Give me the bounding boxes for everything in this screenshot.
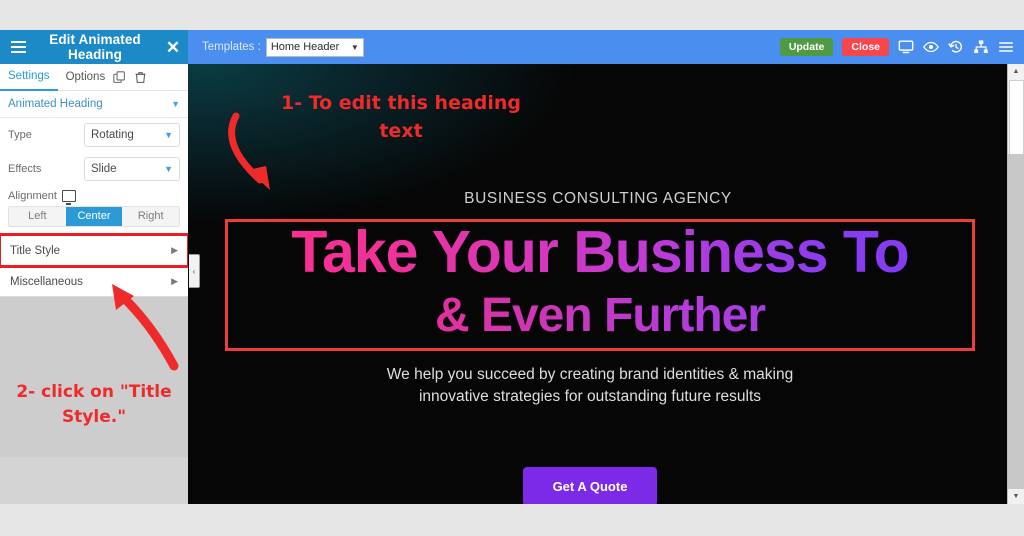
preview-eye-icon[interactable]	[923, 39, 939, 55]
type-dropdown-value: Rotating	[91, 129, 134, 141]
type-dropdown[interactable]: Rotating ▼	[84, 123, 180, 147]
alignment-label-row: Alignment	[8, 190, 180, 205]
field-effects-label: Effects	[8, 163, 42, 175]
monitor-icon[interactable]	[61, 190, 76, 205]
chevron-down-icon: ▼	[164, 164, 173, 174]
section-miscellaneous[interactable]: Miscellaneous ▶	[0, 266, 188, 297]
scroll-down-arrow-icon[interactable]: ▼	[1008, 489, 1024, 504]
chevron-down-icon: ▼	[350, 42, 359, 52]
templates-label: Templates :	[202, 41, 261, 53]
widget-selector-label: Animated Heading	[8, 98, 103, 110]
editor-sidebar: Edit Animated Heading ✕ Settings Options	[0, 30, 188, 504]
history-icon[interactable]	[948, 39, 964, 55]
alignment-label: Alignment	[8, 190, 57, 202]
effects-dropdown-value: Slide	[91, 163, 117, 175]
update-button[interactable]: Update	[779, 37, 834, 57]
sidebar-collapse-handle[interactable]: ‹	[189, 254, 200, 288]
effects-dropdown[interactable]: Slide ▼	[84, 157, 180, 181]
align-left-button[interactable]: Left	[9, 207, 66, 226]
field-effects: Effects Slide ▼	[0, 152, 188, 186]
scrollbar-track[interactable]	[1008, 154, 1024, 489]
page-canvas: BUSINESS CONSULTING AGENCY Take Your Bus…	[188, 64, 1008, 504]
duplicate-icon[interactable]	[113, 70, 126, 84]
trash-icon[interactable]	[134, 71, 147, 84]
editor-area: Templates : Home Header ▼ Update Close B…	[188, 30, 1024, 504]
template-select[interactable]: Home Header ▼	[265, 37, 364, 57]
editor-toolbar: Templates : Home Header ▼ Update Close	[188, 30, 1024, 64]
chevron-right-icon: ▶	[171, 245, 178, 255]
hero-heading-line1: Take Your Business To	[225, 223, 975, 282]
chevron-right-icon: ▶	[171, 276, 178, 286]
hamburger-icon[interactable]	[4, 41, 32, 53]
align-right-button[interactable]: Right	[122, 207, 179, 226]
navigator-icon[interactable]	[973, 39, 989, 55]
widget-selector[interactable]: Animated Heading ▼	[0, 91, 188, 118]
close-button[interactable]: Close	[842, 37, 889, 57]
section-miscellaneous-label: Miscellaneous	[10, 275, 83, 288]
chevron-down-icon: ▼	[164, 130, 173, 140]
canvas-scrollbar[interactable]: ▲ ▼	[1007, 64, 1024, 504]
hero-heading-line2: & Even Further	[225, 291, 975, 339]
hero-cta-wrap: Get A Quote	[188, 467, 992, 504]
sidebar-header: Edit Animated Heading ✕	[0, 30, 188, 64]
tab-options[interactable]: Options	[58, 65, 114, 90]
sidebar-empty-area	[0, 297, 188, 457]
align-center-button[interactable]: Center	[65, 207, 123, 226]
sidebar-tabs: Settings Options	[0, 64, 188, 91]
field-type-label: Type	[8, 129, 32, 141]
chevron-down-icon: ▼	[171, 99, 180, 109]
page-bottom-margin	[0, 504, 1024, 536]
menu-icon[interactable]	[998, 39, 1014, 55]
hero-heading[interactable]: Take Your Business To & Even Further	[225, 223, 975, 340]
template-select-value: Home Header	[270, 41, 340, 53]
get-a-quote-button[interactable]: Get A Quote	[522, 467, 658, 504]
page-top-margin	[0, 0, 1024, 30]
responsive-mode-icon[interactable]	[898, 39, 914, 55]
app-root: Edit Animated Heading ✕ Settings Options	[0, 0, 1024, 536]
toolbar-actions: Update Close	[779, 37, 1018, 57]
alignment-segmented-control: Left Center Right	[8, 206, 180, 227]
hero-eyebrow: BUSINESS CONSULTING AGENCY	[464, 190, 732, 207]
field-type: Type Rotating ▼	[0, 118, 188, 152]
hero-subtext-line1: We help you succeed by creating brand id…	[386, 366, 794, 383]
scrollbar-thumb[interactable]	[1009, 80, 1024, 156]
section-title-style-label: Title Style	[10, 244, 61, 257]
scroll-up-arrow-icon[interactable]: ▲	[1008, 64, 1024, 79]
tab-settings[interactable]: Settings	[0, 64, 58, 91]
hero-subtext: We help you succeed by creating brand id…	[188, 364, 992, 409]
panel-title: Edit Animated Heading	[49, 32, 141, 62]
hero-subtext-line2: innovative strategies for outstanding fu…	[418, 388, 762, 406]
section-title-style[interactable]: Title Style ▶	[0, 233, 188, 268]
tab-icon-group	[113, 70, 188, 84]
close-icon[interactable]: ✕	[158, 39, 188, 56]
sidebar-body: Settings Options Animated Heading ▼ Type…	[0, 64, 188, 504]
alignment-control: Alignment Left Center Right	[0, 186, 188, 235]
